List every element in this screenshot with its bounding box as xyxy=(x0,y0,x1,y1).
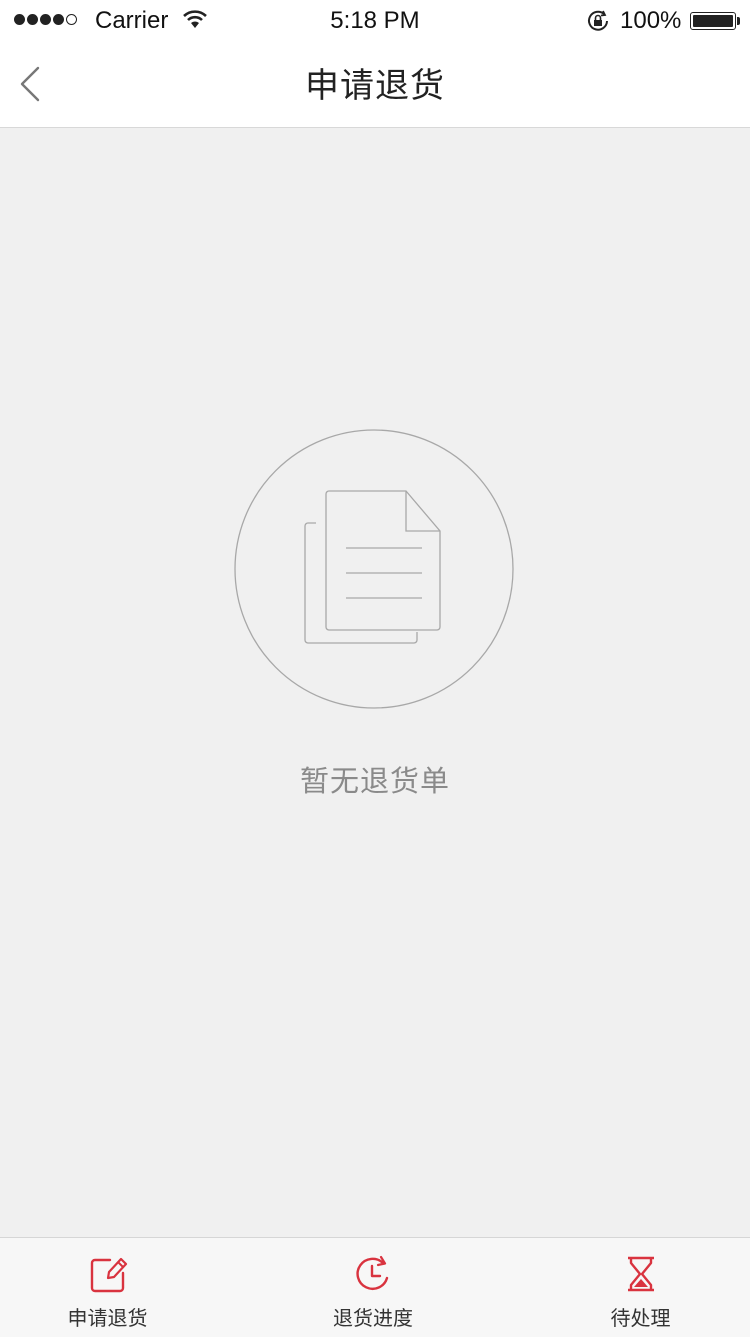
battery-icon xyxy=(690,12,736,30)
orientation-lock-icon xyxy=(588,10,608,31)
tab-apply-return[interactable]: 申请退货 xyxy=(0,1238,215,1337)
status-bar: Carrier 5:18 PM 100% xyxy=(0,0,750,40)
tab-bar: 申请退货 退货进度 待处理 xyxy=(0,1237,750,1337)
tab-return-progress[interactable]: 退货进度 xyxy=(215,1238,531,1337)
tab-label: 退货进度 xyxy=(333,1306,413,1330)
tab-label: 申请退货 xyxy=(67,1306,148,1330)
empty-message: 暂无退货单 xyxy=(299,764,450,798)
documents-icon xyxy=(234,429,514,709)
battery-percentage: 100% xyxy=(620,7,682,34)
edit-square-icon xyxy=(90,1257,127,1293)
clock-refresh-icon xyxy=(356,1255,389,1290)
navigation-bar: 申请退货 xyxy=(0,40,750,128)
hourglass-icon xyxy=(627,1256,654,1292)
page-title: 申请退货 xyxy=(305,66,445,106)
tab-pending[interactable]: 待处理 xyxy=(531,1238,750,1337)
tab-label: 待处理 xyxy=(610,1306,671,1330)
